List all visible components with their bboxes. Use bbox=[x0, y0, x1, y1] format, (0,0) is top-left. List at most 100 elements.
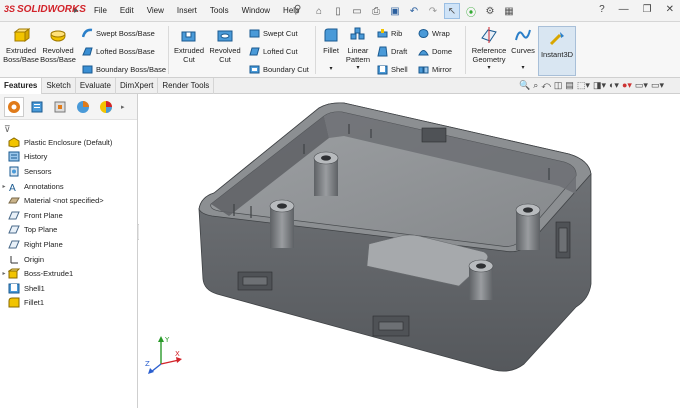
screw-boss-back-right bbox=[515, 203, 541, 250]
options-gear-icon[interactable]: ⚙ bbox=[482, 3, 498, 19]
undo-icon[interactable]: ↶ bbox=[406, 3, 422, 19]
annotations-icon: A bbox=[9, 183, 16, 192]
fillet-dropdown-icon[interactable]: ▾ bbox=[329, 65, 332, 74]
panel-expand-icon[interactable]: ▸ bbox=[121, 103, 125, 111]
help-question-icon[interactable]: ? bbox=[599, 4, 605, 15]
swept-cut-button[interactable]: Swept Cut bbox=[249, 28, 298, 39]
display-manager-tab-icon[interactable] bbox=[96, 97, 116, 117]
expand-arrow-icon[interactable]: ▸ bbox=[0, 183, 8, 190]
curves-button[interactable]: Curves ▾ bbox=[510, 26, 536, 73]
new-document-icon[interactable]: ▯ bbox=[330, 3, 346, 19]
tree-item-origin[interactable]: Origin bbox=[0, 252, 138, 267]
tab-evaluate[interactable]: Evaluate bbox=[76, 78, 116, 94]
fillet-feature-icon bbox=[8, 297, 20, 308]
filter-icon[interactable]: ⊽ bbox=[4, 124, 11, 135]
tab-dimxpert[interactable]: DimXpert bbox=[116, 78, 159, 94]
zoom-area-icon[interactable]: ⌕ bbox=[533, 80, 538, 91]
home-icon[interactable]: ⌂ bbox=[311, 3, 327, 19]
pin-icon[interactable]: ⚲ bbox=[294, 4, 301, 15]
tab-features[interactable]: Features bbox=[0, 78, 43, 94]
tree-item-label: Right Plane bbox=[24, 239, 63, 249]
revolved-cut-button[interactable]: Revolved Cut bbox=[208, 26, 242, 64]
configuration-manager-tab-icon[interactable] bbox=[50, 97, 70, 117]
tree-item-front-plane[interactable]: Front Plane bbox=[0, 208, 138, 223]
extruded-boss-label: Extruded Boss/Base bbox=[3, 46, 39, 64]
property-manager-tab-icon[interactable] bbox=[27, 97, 47, 117]
feature-manager-tab-icon[interactable] bbox=[4, 96, 24, 117]
dimxpert-manager-tab-icon[interactable] bbox=[73, 97, 93, 117]
print-icon[interactable]: ⎙ bbox=[368, 3, 384, 19]
linear-pattern-dropdown-icon[interactable]: ▾ bbox=[356, 64, 359, 73]
triad-y-label: Y bbox=[164, 336, 170, 344]
view-settings-icon[interactable]: ▭▾ bbox=[651, 80, 664, 91]
tree-item-top-plane[interactable]: Top Plane bbox=[0, 223, 138, 238]
customize-icon[interactable]: ▦ bbox=[501, 3, 517, 19]
linear-pattern-button[interactable]: Linear Pattern ▾ bbox=[344, 26, 372, 73]
tab-render-tools[interactable]: Render Tools bbox=[158, 78, 215, 94]
lofted-boss-label: Lofted Boss/Base bbox=[96, 47, 155, 56]
menu-edit[interactable]: Edit bbox=[120, 6, 134, 15]
extruded-cut-label: Extruded Cut bbox=[173, 46, 205, 64]
view-orientation-icon[interactable]: ⬚▾ bbox=[577, 80, 590, 91]
traffic-light-icon[interactable]: ⦿ bbox=[463, 3, 479, 19]
fillet-button[interactable]: Fillet ▾ bbox=[320, 26, 342, 74]
mirror-button[interactable]: Mirror bbox=[418, 64, 452, 75]
section-view-icon[interactable]: ◫ bbox=[554, 80, 563, 91]
tree-item-annotations[interactable]: ▸ A Annotations bbox=[0, 179, 138, 194]
rib-button[interactable]: Rib bbox=[377, 28, 402, 39]
reference-geometry-dropdown-icon[interactable]: ▾ bbox=[487, 64, 490, 73]
minimize-icon[interactable]: — bbox=[619, 4, 629, 15]
zoom-to-fit-icon[interactable]: 🔍 bbox=[519, 80, 530, 91]
menu-view[interactable]: View bbox=[147, 6, 164, 15]
menu-file[interactable]: File bbox=[94, 6, 107, 15]
swept-boss-icon bbox=[82, 28, 93, 38]
menu-insert[interactable]: Insert bbox=[177, 6, 197, 15]
instant3d-button[interactable]: Instant3D bbox=[538, 26, 576, 76]
curves-dropdown-icon[interactable]: ▾ bbox=[521, 64, 524, 73]
tab-sketch[interactable]: Sketch bbox=[42, 78, 76, 94]
open-folder-icon[interactable]: ▭ bbox=[349, 3, 365, 19]
tree-root[interactable]: Plastic Enclosure (Default) bbox=[0, 135, 138, 150]
save-icon[interactable]: ▣ bbox=[387, 3, 403, 19]
tree-item-sensors[interactable]: Sensors bbox=[0, 164, 138, 179]
appearance-icon[interactable]: ●▾ bbox=[622, 80, 632, 91]
menu-window[interactable]: Window bbox=[242, 6, 270, 15]
tree-item-shell1[interactable]: Shell1 bbox=[0, 281, 138, 296]
boundary-boss-button[interactable]: Boundary Boss/Base bbox=[82, 64, 166, 75]
tree-item-boss-extrude1[interactable]: ▸ Boss-Extrude1 bbox=[0, 266, 138, 281]
tree-item-label: Sensors bbox=[24, 166, 52, 176]
boundary-cut-button[interactable]: Boundary Cut bbox=[249, 64, 309, 75]
redo-icon[interactable]: ↷ bbox=[425, 3, 441, 19]
previous-view-icon[interactable]: ⤺ bbox=[541, 80, 551, 91]
lofted-cut-button[interactable]: Lofted Cut bbox=[249, 46, 298, 57]
draft-icon bbox=[377, 46, 388, 57]
tree-item-material[interactable]: Material <not specified> bbox=[0, 193, 138, 208]
dome-button[interactable]: Dome bbox=[418, 46, 452, 57]
display-style-icon[interactable]: ◨▾ bbox=[593, 80, 606, 91]
close-icon[interactable]: ✕ bbox=[666, 4, 674, 15]
expand-arrow-icon[interactable]: ▸ bbox=[0, 270, 8, 277]
draft-button[interactable]: Draft bbox=[377, 46, 407, 57]
tree-item-right-plane[interactable]: Right Plane bbox=[0, 237, 138, 252]
extruded-cut-button[interactable]: Extruded Cut bbox=[172, 26, 206, 64]
tree-item-fillet1[interactable]: Fillet1 bbox=[0, 296, 138, 311]
lofted-boss-button[interactable]: Lofted Boss/Base bbox=[82, 46, 155, 57]
shell-button[interactable]: Shell bbox=[377, 64, 408, 75]
dynamic-annotation-icon[interactable]: ▤ bbox=[565, 80, 574, 91]
reference-geometry-button[interactable]: Reference Geometry ▾ bbox=[470, 26, 508, 73]
extruded-boss-button[interactable]: Extruded Boss/Base bbox=[3, 26, 39, 64]
restore-icon[interactable]: ❐ bbox=[643, 4, 652, 15]
select-pointer-icon[interactable]: ↖ bbox=[444, 3, 460, 19]
linear-pattern-label: Linear Pattern bbox=[345, 46, 371, 64]
tree-item-history[interactable]: History bbox=[0, 150, 138, 165]
fillet-icon bbox=[324, 28, 338, 42]
revolved-boss-button[interactable]: Revolved Boss/Base bbox=[40, 26, 76, 64]
wrap-button[interactable]: Wrap bbox=[418, 28, 450, 39]
hide-show-items-icon[interactable]: ◐▾ bbox=[609, 80, 619, 91]
swept-boss-button[interactable]: Swept Boss/Base bbox=[82, 28, 155, 39]
menu-tools[interactable]: Tools bbox=[210, 6, 229, 15]
graphics-area[interactable]: Y X Z bbox=[139, 94, 680, 408]
menu-expand-icon[interactable]: ▸ bbox=[74, 5, 79, 16]
swept-boss-label: Swept Boss/Base bbox=[96, 29, 155, 38]
scene-icon[interactable]: ▭▾ bbox=[635, 80, 648, 91]
